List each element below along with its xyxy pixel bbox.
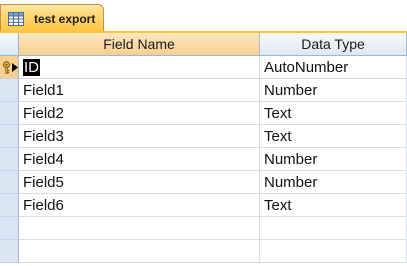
row-selector[interactable] [0,56,19,79]
data-type-cell[interactable]: Text [260,194,407,217]
field-name-cell[interactable]: Field2 [19,102,260,125]
grid-header-row: Field Name Data Type [0,33,407,56]
table-row: Field5 Number [0,171,407,194]
tab-label: test export [34,12,96,26]
data-type-cell[interactable] [260,217,407,240]
table-row: ID AutoNumber [0,56,407,79]
field-name-cell[interactable]: Field6 [19,194,260,217]
field-name-cell[interactable]: Field3 [19,125,260,148]
data-type-cell[interactable]: Number [260,148,407,171]
table-row: Field3 Text [0,125,407,148]
row-selector[interactable] [0,125,19,148]
tab-test-export[interactable]: test export [0,4,104,33]
row-selector[interactable] [0,240,19,263]
field-name-cell[interactable] [19,217,260,240]
data-type-cell[interactable]: Number [260,79,407,102]
document-tab-strip: test export [0,0,407,33]
table-row [0,240,407,263]
data-type-cell[interactable]: Text [260,102,407,125]
row-selector[interactable] [0,79,19,102]
select-all-corner[interactable] [0,33,19,56]
field-name-cell[interactable] [19,240,260,263]
row-selector[interactable] [0,194,19,217]
field-name-cell[interactable]: Field1 [19,79,260,102]
table-row: Field2 Text [0,102,407,125]
column-header-field-name[interactable]: Field Name [19,33,260,56]
primary-key-icon [3,61,10,74]
data-type-cell[interactable] [260,240,407,263]
field-name-cell[interactable]: ID [19,56,260,79]
column-header-data-type[interactable]: Data Type [260,33,407,56]
row-selector[interactable] [0,102,19,125]
data-type-cell[interactable]: AutoNumber [260,56,407,79]
table-row [0,217,407,240]
table-row: Field4 Number [0,148,407,171]
row-selector[interactable] [0,148,19,171]
selected-field-name-text: ID [23,58,40,76]
data-type-cell[interactable]: Text [260,125,407,148]
table-row: Field6 Text [0,194,407,217]
table-row: Field1 Number [0,79,407,102]
row-selector[interactable] [0,171,19,194]
field-name-cell[interactable]: Field5 [19,171,260,194]
field-name-cell[interactable]: Field4 [19,148,260,171]
current-record-arrow-icon [12,63,18,72]
data-type-cell[interactable]: Number [260,171,407,194]
design-grid: Field Name Data Type ID AutoNumber Field… [0,33,407,266]
table-icon [8,12,24,26]
row-selector[interactable] [0,217,19,240]
